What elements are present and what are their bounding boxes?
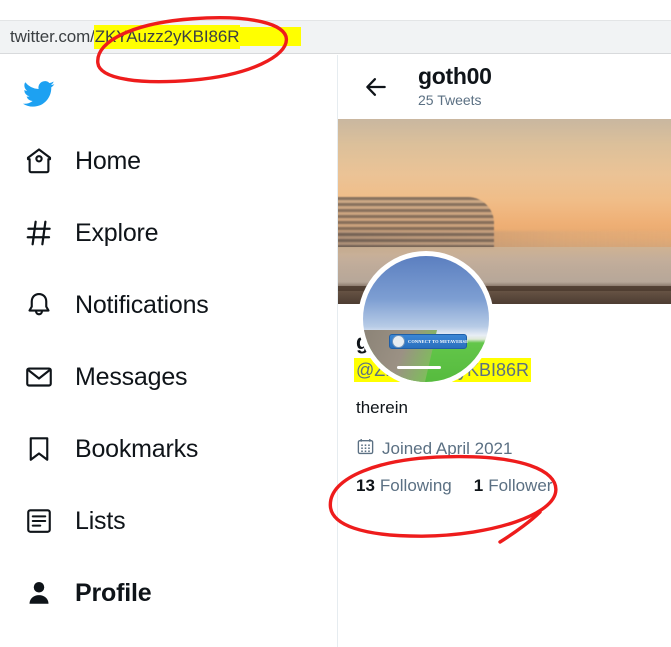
twitter-logo-link[interactable]: [0, 67, 337, 125]
metaverse-badge-icon: [392, 335, 405, 348]
profile-stats-row: 13 Following 1 Follower: [356, 476, 671, 496]
home-icon: [22, 144, 56, 178]
sidebar-item-label: Profile: [75, 578, 152, 607]
hashtag-icon: [22, 216, 56, 250]
url-handle-highlighted: ZKYAuzz2yKBI86R: [94, 26, 240, 48]
profile-joined-date: Joined April 2021: [382, 438, 513, 458]
avatar[interactable]: CONNECT TO METAVERSE: [358, 251, 494, 387]
sidebar-item-profile[interactable]: Profile: [0, 557, 337, 629]
sidebar-item-label: Messages: [75, 362, 188, 391]
sidebar-item-notifications[interactable]: Notifications: [0, 269, 337, 341]
avatar-image: CONNECT TO METAVERSE: [363, 256, 489, 382]
connect-to-metaverse-button: CONNECT TO METAVERSE: [389, 334, 469, 349]
following-count: 13: [356, 475, 375, 495]
sidebar-item-messages[interactable]: Messages: [0, 341, 337, 413]
sidebar-item-bookmarks[interactable]: Bookmarks: [0, 413, 337, 485]
sidebar-item-label: Home: [75, 146, 141, 175]
followers-label: Follower: [488, 475, 553, 495]
browser-address-bar[interactable]: twitter.com/ZKYAuzz2yKBI86R: [0, 20, 671, 54]
person-filled-icon: [22, 576, 56, 610]
profile-main-column: goth00 25 Tweets CONNECT TO METAVERSE th…: [338, 55, 671, 647]
header-display-name: goth00: [418, 62, 492, 89]
following-label: Following: [379, 475, 452, 495]
banner-building: [338, 197, 494, 249]
twitter-page: Home Explore Notifications Messages Book…: [0, 55, 671, 647]
followers-count: 1: [473, 475, 484, 495]
header-text-group: goth00 25 Tweets: [418, 62, 492, 110]
list-icon: [22, 504, 56, 538]
calendar-icon: [356, 437, 375, 461]
profile-joined-row: Joined April 2021: [356, 437, 671, 461]
envelope-icon: [22, 360, 56, 394]
connect-to-metaverse-label: CONNECT TO METAVERSE: [408, 339, 469, 344]
followers-stat[interactable]: 1 Follower: [474, 476, 553, 496]
url-domain-text: twitter.com/: [10, 27, 95, 46]
sidebar-item-explore[interactable]: Explore: [0, 197, 337, 269]
url-highlight-trail: [239, 27, 302, 46]
avatar-home-indicator: [397, 366, 441, 369]
bookmark-icon: [22, 432, 56, 466]
bell-icon: [22, 288, 56, 322]
sidebar-item-label: Explore: [75, 218, 159, 247]
sidebar-item-home[interactable]: Home: [0, 125, 337, 197]
following-stat[interactable]: 13 Following: [356, 476, 452, 496]
twitter-bird-logo: [20, 78, 58, 115]
address-bar-text: twitter.com/ZKYAuzz2yKBI86R: [0, 26, 302, 48]
profile-header-bar: goth00 25 Tweets: [338, 55, 671, 119]
profile-bio: therein: [356, 398, 408, 418]
sidebar-item-lists[interactable]: Lists: [0, 485, 337, 557]
back-arrow-icon[interactable]: [358, 69, 394, 105]
left-navigation-sidebar: Home Explore Notifications Messages Book…: [0, 55, 338, 647]
sidebar-item-label: Bookmarks: [75, 434, 199, 463]
sidebar-item-label: Lists: [75, 506, 126, 535]
header-tweet-count: 25 Tweets: [418, 91, 482, 108]
sidebar-item-label: Notifications: [75, 290, 209, 319]
